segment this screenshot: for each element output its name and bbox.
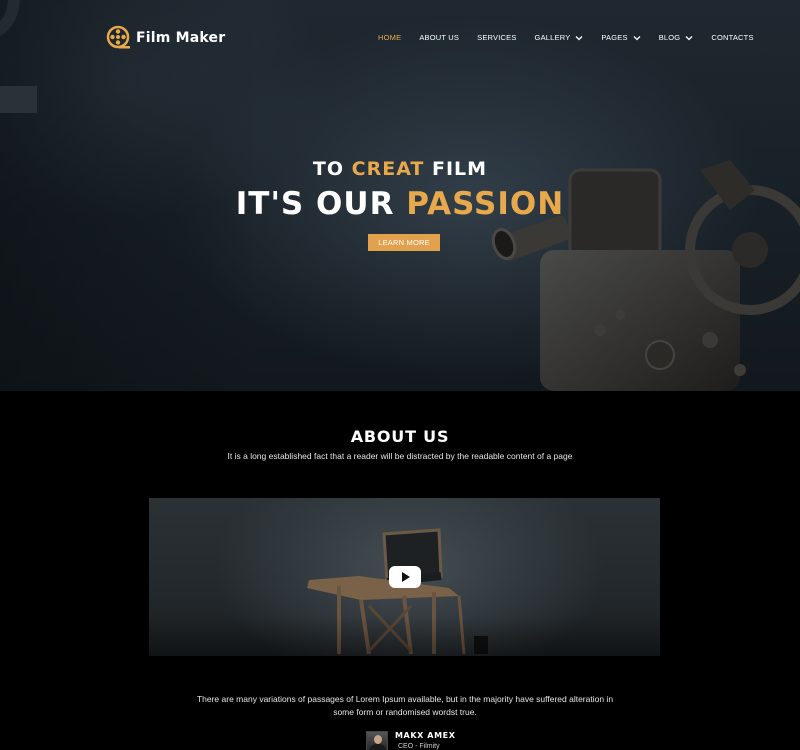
nav-label: SERVICES [477, 33, 517, 42]
play-triangle [402, 572, 410, 582]
chevron-down-icon [633, 35, 641, 40]
about-subtitle: It is a long established fact that a rea… [227, 451, 573, 461]
author-role: CEO - Filmity [398, 743, 440, 750]
avatar-head [374, 735, 382, 744]
hero-tagline-accent: CREAT [351, 158, 425, 180]
chevron-down-icon [575, 35, 583, 40]
video-floor-shade [149, 616, 660, 656]
author-name: MAKX AMEX [395, 731, 456, 740]
author-card: MAKX AMEX CEO - Filmity [366, 731, 456, 750]
hero-headline-accent: PASSION [406, 186, 565, 222]
nav-item-pages[interactable]: PAGES [601, 33, 641, 42]
brand-logo[interactable]: Film Maker [106, 25, 225, 51]
avatar-body [370, 744, 386, 750]
nav-label: GALLERY [534, 33, 571, 42]
nav-label: BLOG [658, 33, 681, 42]
nav-label: CONTACTS [711, 33, 754, 42]
author-info: MAKX AMEX CEO - Filmity [395, 731, 456, 750]
hero-tagline: TO CREAT FILM [0, 158, 800, 180]
nav-label: PAGES [601, 33, 628, 42]
hero-headline: IT'S OUR PASSION [0, 186, 800, 222]
nav-item-services[interactable]: SERVICES [477, 33, 516, 42]
brand-name: Film Maker [136, 30, 226, 46]
hero-headline-part: IT'S OUR [235, 186, 407, 222]
avatar [366, 731, 388, 750]
video-player[interactable] [149, 498, 660, 656]
main-navigation: Film Maker HOME ABOUT US SERVICES GALLER… [0, 0, 800, 76]
decorative-block [0, 86, 37, 113]
hero-tagline-part: TO [312, 158, 352, 180]
about-title: ABOUT US [350, 427, 450, 446]
learn-more-button[interactable]: LEARN MORE [368, 234, 440, 251]
about-paragraph: There are many variations of passages of… [196, 694, 614, 717]
nav-item-blog[interactable]: BLOG [659, 33, 694, 42]
nav-item-gallery[interactable]: GALLERY [535, 33, 584, 42]
nav-item-about-us[interactable]: ABOUT US [419, 33, 459, 42]
nav-item-home[interactable]: HOME [378, 33, 401, 42]
nav-label: ABOUT US [419, 33, 460, 42]
nav-menu: HOME ABOUT US SERVICES GALLERY PAGES BLO… [378, 33, 772, 42]
nav-item-contacts[interactable]: CONTACTS [711, 33, 753, 42]
film-reel-icon [106, 25, 130, 49]
nav-label: HOME [378, 33, 402, 42]
play-icon[interactable] [389, 566, 421, 588]
hero-tagline-part: FILM [424, 158, 488, 180]
chevron-down-icon [685, 35, 693, 40]
